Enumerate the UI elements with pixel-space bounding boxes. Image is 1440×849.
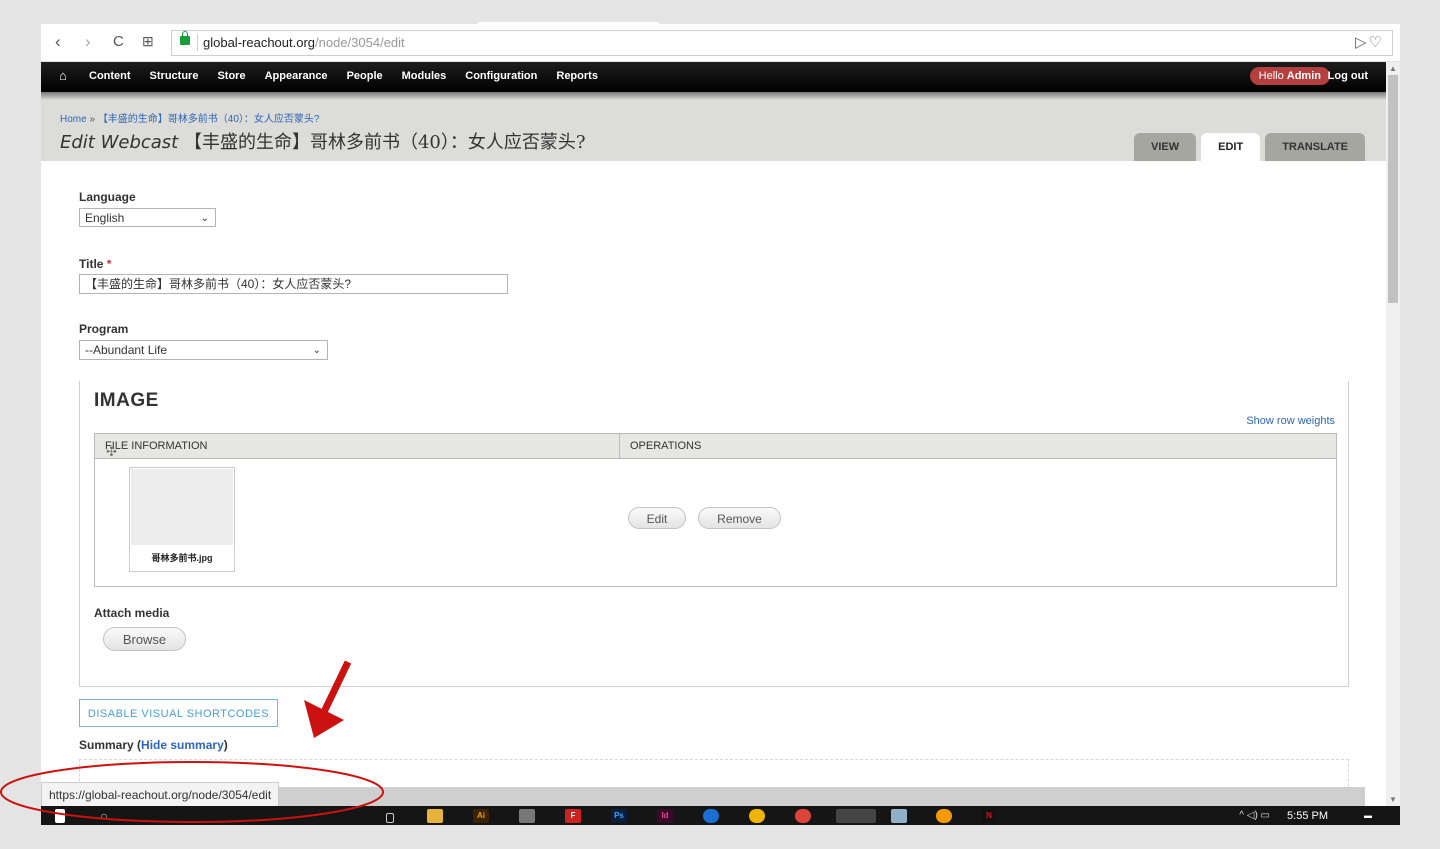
scrollbar-thumb[interactable] <box>1388 75 1398 303</box>
tab-view[interactable]: VIEW <box>1134 133 1197 161</box>
file-name: 哥林多前书.jpg <box>151 553 213 563</box>
url-input[interactable]: global-reachout.org/node/3054/edit ▷♡ <box>171 30 1393 56</box>
menu-people[interactable]: People <box>347 70 383 82</box>
column-file-information: FILE INFORMATION <box>95 434 620 459</box>
logout-link[interactable]: Log out <box>1328 70 1368 82</box>
filezilla-icon[interactable]: F <box>565 809 581 823</box>
disable-visual-shortcodes-button[interactable]: DISABLE VISUAL SHORTCODES <box>79 699 278 727</box>
folder-icon[interactable] <box>427 809 443 823</box>
reload-icon[interactable]: C <box>113 33 124 50</box>
netflix-icon[interactable]: N <box>981 809 997 823</box>
breadcrumb-current[interactable]: 【丰盛的生命】哥林多前书（40）：女人应否蒙头? <box>98 114 320 125</box>
photoshop-icon[interactable]: Ps <box>611 809 627 823</box>
clock[interactable]: 5:55 PM <box>1287 810 1328 822</box>
app-icon[interactable] <box>936 809 952 823</box>
tab-edit[interactable]: EDIT <box>1201 133 1261 161</box>
breadcrumb-home[interactable]: Home <box>60 114 87 125</box>
hide-summary-link[interactable]: Hide summary <box>141 738 224 752</box>
red-ellipse-annotation <box>0 761 384 823</box>
admin-toolbar: ⌂ Content Structure Store Appearance Peo… <box>41 62 1386 92</box>
image-thumbnail: 哥林多前书.jpg <box>129 467 235 572</box>
send-favorite-icons[interactable]: ▷♡ <box>1355 33 1384 51</box>
language-select[interactable]: English ⌄ <box>79 208 216 227</box>
scroll-up-icon[interactable]: ▲ <box>1389 64 1397 73</box>
menu-reports[interactable]: Reports <box>556 70 598 82</box>
forward-icon[interactable]: › <box>85 32 91 52</box>
title-label: Title * <box>79 257 112 271</box>
scroll-down-icon[interactable]: ▼ <box>1389 795 1397 804</box>
program-label: Program <box>79 322 129 336</box>
drive-icon[interactable] <box>749 809 765 823</box>
apps-icon[interactable]: ⊞ <box>142 33 154 50</box>
program-select[interactable]: --Abundant Life ⌄ <box>79 340 328 360</box>
menu-structure[interactable]: Structure <box>150 70 199 82</box>
language-label: Language <box>79 190 136 204</box>
app-icon[interactable] <box>891 809 907 823</box>
notifications-icon[interactable]: ▬ <box>1360 809 1376 823</box>
menu-configuration[interactable]: Configuration <box>465 70 537 82</box>
page-title: Edit Webcast 【丰盛的生命】哥林多前书（40）：女人应否蒙头? <box>60 132 586 153</box>
browse-button[interactable]: Browse <box>103 627 186 651</box>
chevron-down-icon: ⌄ <box>200 213 209 224</box>
menu-appearance[interactable]: Appearance <box>265 70 328 82</box>
home-icon[interactable]: ⌂ <box>59 68 67 83</box>
local-tabs: VIEW EDIT TRANSLATE <box>1129 133 1365 161</box>
red-arrow-annotation <box>304 660 352 738</box>
back-icon[interactable]: ‹ <box>55 32 61 52</box>
chrome-icon[interactable] <box>795 809 811 823</box>
remove-button[interactable]: Remove <box>698 507 781 529</box>
image-table: FILE INFORMATION OPERATIONS ✣ 哥林多前书.jpg … <box>94 433 1337 587</box>
opera-active-icon[interactable] <box>836 809 876 823</box>
editor-toolbar <box>279 787 1365 807</box>
tab-translate[interactable]: TRANSLATE <box>1265 133 1365 161</box>
admin-menu: Content Structure Store Appearance Peopl… <box>89 70 617 82</box>
app-icon[interactable] <box>519 809 535 823</box>
menu-store[interactable]: Store <box>217 70 245 82</box>
column-operations: OPERATIONS <box>620 434 1336 459</box>
chevron-down-icon: ⌄ <box>312 345 321 356</box>
illustrator-icon[interactable]: Ai <box>473 809 489 823</box>
menu-content[interactable]: Content <box>89 70 131 82</box>
show-row-weights-link[interactable]: Show row weights <box>1246 415 1335 427</box>
edit-button[interactable]: Edit <box>628 507 686 529</box>
title-input[interactable]: 【丰盛的生命】哥林多前书（40）：女人应否蒙头? <box>79 274 508 294</box>
lock-icon <box>180 31 190 45</box>
summary-label: Summary (Hide summary) <box>79 738 228 752</box>
vertical-scrollbar[interactable]: ▲ ▼ <box>1386 62 1400 806</box>
indesign-icon[interactable]: Id <box>657 809 673 823</box>
page-header: Home » 【丰盛的生命】哥林多前书（40）：女人应否蒙头? Edit Web… <box>41 100 1386 161</box>
menu-modules[interactable]: Modules <box>402 70 447 82</box>
breadcrumb: Home » 【丰盛的生命】哥林多前书（40）：女人应否蒙头? <box>60 114 320 125</box>
system-tray[interactable]: ^ ◁) ▭ <box>1239 810 1270 821</box>
url-text: global-reachout.org/node/3054/edit <box>203 35 405 50</box>
edge-icon[interactable] <box>703 809 719 823</box>
browser-address-bar: ‹ › C ⊞ global-reachout.org/node/3054/ed… <box>41 24 1400 62</box>
hello-admin-badge[interactable]: Hello Admin <box>1249 67 1330 85</box>
attach-media-label: Attach media <box>94 606 170 620</box>
image-heading: IMAGE <box>94 390 159 411</box>
drag-handle-icon[interactable]: ✣ <box>106 444 117 460</box>
browser-window: ‹ › C ⊞ global-reachout.org/node/3054/ed… <box>41 24 1400 825</box>
